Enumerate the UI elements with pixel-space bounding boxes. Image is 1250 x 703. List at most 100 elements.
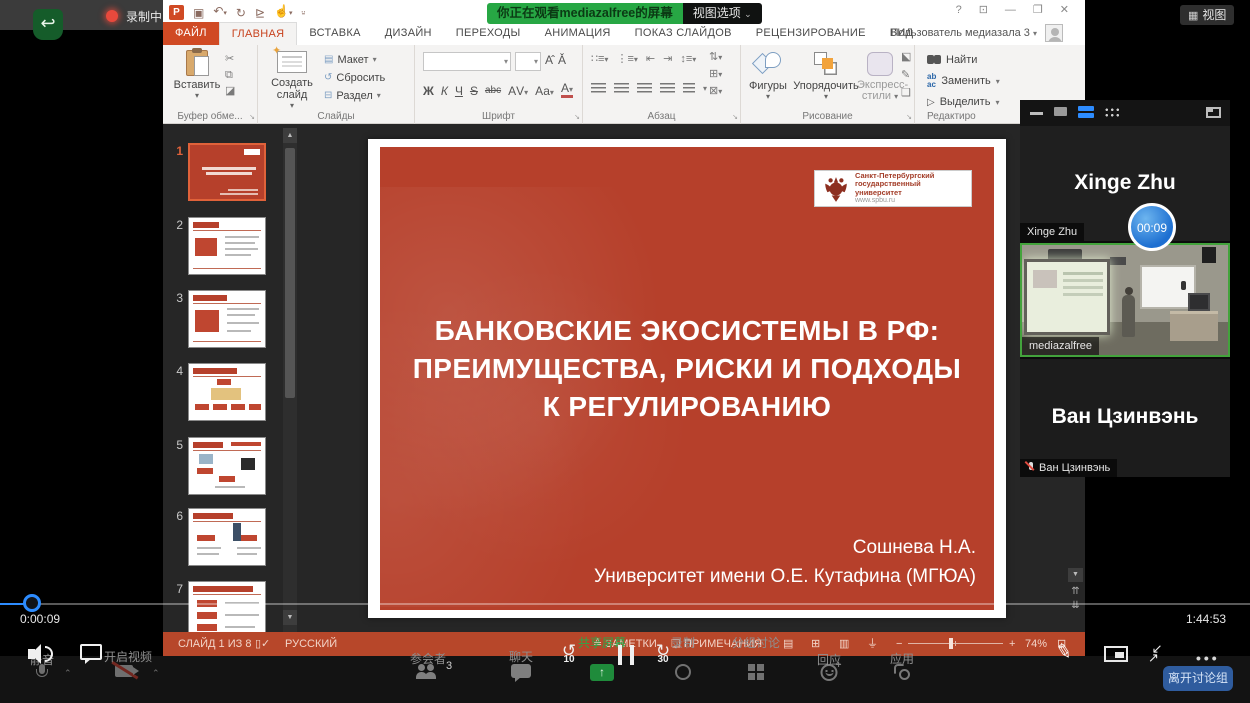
numbering-icon[interactable]: ⋮≡▾ xyxy=(616,53,637,66)
zoom-level[interactable]: 74% xyxy=(1025,632,1047,656)
decrease-indent-icon[interactable]: ⇤ xyxy=(646,53,655,66)
format-painter-icon[interactable]: ◪ xyxy=(225,85,235,98)
participant-tile-xinge[interactable]: Xinge Zhu Xinge Zhu xyxy=(1020,126,1230,241)
font-color-button[interactable]: А▾ xyxy=(561,83,573,98)
shape-fill-icon[interactable]: ⬕ xyxy=(901,51,911,64)
apps-button[interactable]: 应用 xyxy=(862,656,942,672)
justify-icon[interactable] xyxy=(660,83,675,94)
minimize-panel-icon[interactable] xyxy=(1030,112,1043,115)
underline-button[interactable]: Ч xyxy=(455,84,463,98)
zoom-knob[interactable] xyxy=(949,638,953,649)
help-icon[interactable]: ? xyxy=(956,0,962,20)
dialog-launcher-icon[interactable]: ↘ xyxy=(574,113,580,121)
next-slide-icon[interactable]: ⇊ xyxy=(1068,600,1083,611)
tab-animations[interactable]: АНИМАЦИЯ xyxy=(533,22,623,45)
chat-button[interactable]: 聊天 xyxy=(481,656,561,670)
dialog-launcher-icon[interactable]: ↘ xyxy=(249,113,255,121)
font-name-select[interactable]: ▾ xyxy=(423,52,511,71)
find-button[interactable]: Найти xyxy=(927,51,1000,69)
gallery-strip-icon[interactable] xyxy=(1078,106,1094,120)
view-layout-button[interactable]: ▦视图 xyxy=(1180,5,1234,25)
align-text-icon[interactable]: ⊞▾ xyxy=(709,68,722,81)
playback-timeline[interactable] xyxy=(0,603,1250,605)
tab-insert[interactable]: ВСТАВКА xyxy=(297,22,372,45)
arrange-button[interactable]: Упорядочить ▾ xyxy=(793,52,859,101)
video-options-chevron[interactable]: ⌃ xyxy=(152,668,160,679)
slide-thumbnail-6[interactable] xyxy=(188,508,266,566)
thumbnail-scrollbar[interactable]: ▲ ▼ xyxy=(283,128,297,632)
align-right-icon[interactable] xyxy=(637,83,652,94)
mic-options-chevron[interactable]: ⌃ xyxy=(64,668,72,679)
redo-icon[interactable]: ↻ xyxy=(236,3,246,23)
skip-back-button[interactable]: ↺ 10 xyxy=(554,645,584,671)
leave-breakout-button[interactable]: 离开讨论组 xyxy=(1163,666,1233,691)
save-icon[interactable]: ▣ xyxy=(193,3,204,23)
pause-button[interactable] xyxy=(618,645,634,665)
minimize-icon[interactable]: — xyxy=(1005,0,1016,20)
columns-icon[interactable] xyxy=(683,83,695,94)
powerpoint-icon[interactable]: P xyxy=(169,5,184,20)
volume-icon[interactable] xyxy=(28,641,56,667)
bullets-icon[interactable]: ∷≡▾ xyxy=(591,53,608,66)
dialog-launcher-icon[interactable]: ↘ xyxy=(906,113,912,121)
participant-tile-mediazalfree[interactable]: mediazalfree xyxy=(1020,243,1230,357)
font-size-select[interactable]: ▾ xyxy=(515,52,541,71)
paste-button[interactable]: Вставить ▾ xyxy=(173,50,221,100)
shrink-font-icon[interactable]: А̌ xyxy=(558,53,566,67)
previous-slide-icon[interactable]: ⇈ xyxy=(1068,586,1083,597)
ribbon-display-icon[interactable]: ⊡ xyxy=(979,0,988,20)
new-slide-button[interactable]: Создать слайд ▾ xyxy=(266,51,318,110)
popout-icon[interactable] xyxy=(1206,107,1221,118)
participant-tile-wang[interactable]: Ван Цзинвэнь Ван Цзинвэнь xyxy=(1020,359,1230,477)
start-slideshow-icon[interactable]: ⊵ xyxy=(255,3,265,23)
scrollbar-thumb[interactable] xyxy=(285,148,295,398)
grow-font-icon[interactable]: А̂ xyxy=(545,53,553,67)
view-options-button[interactable]: 视图选项 ⌄ xyxy=(683,3,762,24)
slide-thumbnail-1[interactable] xyxy=(188,143,266,201)
zoom-in-icon[interactable]: + xyxy=(1009,632,1015,656)
smartart-icon[interactable]: ⊠▾ xyxy=(709,85,722,98)
shape-outline-icon[interactable]: ✎ xyxy=(901,69,911,82)
account-name[interactable]: Пользователь медиазала 3 ▾ xyxy=(891,22,1037,45)
scroll-up-icon[interactable]: ▲ xyxy=(283,128,297,143)
slide-thumbnail-4[interactable] xyxy=(188,363,266,421)
tab-design[interactable]: ДИЗАЙН xyxy=(373,22,444,45)
scroll-down-icon[interactable]: ▼ xyxy=(283,610,297,625)
select-button[interactable]: ▷Выделить▾ xyxy=(927,93,1000,111)
slide-thumbnail-2[interactable] xyxy=(188,217,266,275)
pip-icon[interactable] xyxy=(1104,646,1128,662)
slide-thumbnail-7[interactable] xyxy=(188,581,266,632)
grid-view-icon[interactable] xyxy=(1104,107,1120,119)
tab-review[interactable]: РЕЦЕНЗИРОВАНИЕ xyxy=(744,22,878,45)
layout-button[interactable]: ▤Макет▾ xyxy=(324,51,385,68)
section-button[interactable]: ⊟Раздел▾ xyxy=(324,87,385,104)
strikethrough-button[interactable]: S xyxy=(470,84,478,98)
line-spacing-icon[interactable]: ↕≡▾ xyxy=(680,53,696,66)
reset-button[interactable]: ↺Сбросить xyxy=(324,69,385,86)
align-center-icon[interactable] xyxy=(614,83,629,94)
language-indicator[interactable]: РУССКИЙ xyxy=(285,632,337,656)
italic-button[interactable]: К xyxy=(441,84,448,98)
tab-transitions[interactable]: ПЕРЕХОДЫ xyxy=(444,22,533,45)
change-case-button[interactable]: Аа▾ xyxy=(535,84,554,98)
slide-thumbnail-5[interactable] xyxy=(188,437,266,495)
skip-forward-button[interactable]: ↻ 30 xyxy=(648,645,678,671)
shape-effects-icon[interactable]: ❑ xyxy=(901,87,911,100)
restore-icon[interactable]: ❐ xyxy=(1033,0,1043,20)
tab-file[interactable]: ФАЙЛ xyxy=(163,22,219,45)
scroll-down-icon[interactable]: ▼ xyxy=(1068,568,1083,582)
bold-button[interactable]: Ж xyxy=(423,84,434,98)
participants-button[interactable]: 3 参会者 xyxy=(388,656,468,672)
tab-slideshow[interactable]: ПОКАЗ СЛАЙДОВ xyxy=(623,22,744,45)
slide-thumbnail-3[interactable] xyxy=(188,290,266,348)
close-icon[interactable]: ✕ xyxy=(1060,0,1069,20)
touch-mode-icon[interactable]: ☝▾ xyxy=(274,1,292,24)
playback-chat-icon[interactable] xyxy=(80,644,102,660)
undo-icon[interactable]: ↶▾ xyxy=(213,1,227,24)
tab-home[interactable]: ГЛАВНАЯ xyxy=(219,22,298,45)
account-avatar[interactable] xyxy=(1045,24,1063,42)
spellcheck-icon[interactable]: ▯✓ xyxy=(255,632,270,656)
text-direction-icon[interactable]: ⇅▾ xyxy=(709,51,722,64)
slide-canvas[interactable]: Санкт-Петербургский государственный унив… xyxy=(368,139,1006,618)
cut-icon[interactable]: ✂ xyxy=(225,53,235,66)
